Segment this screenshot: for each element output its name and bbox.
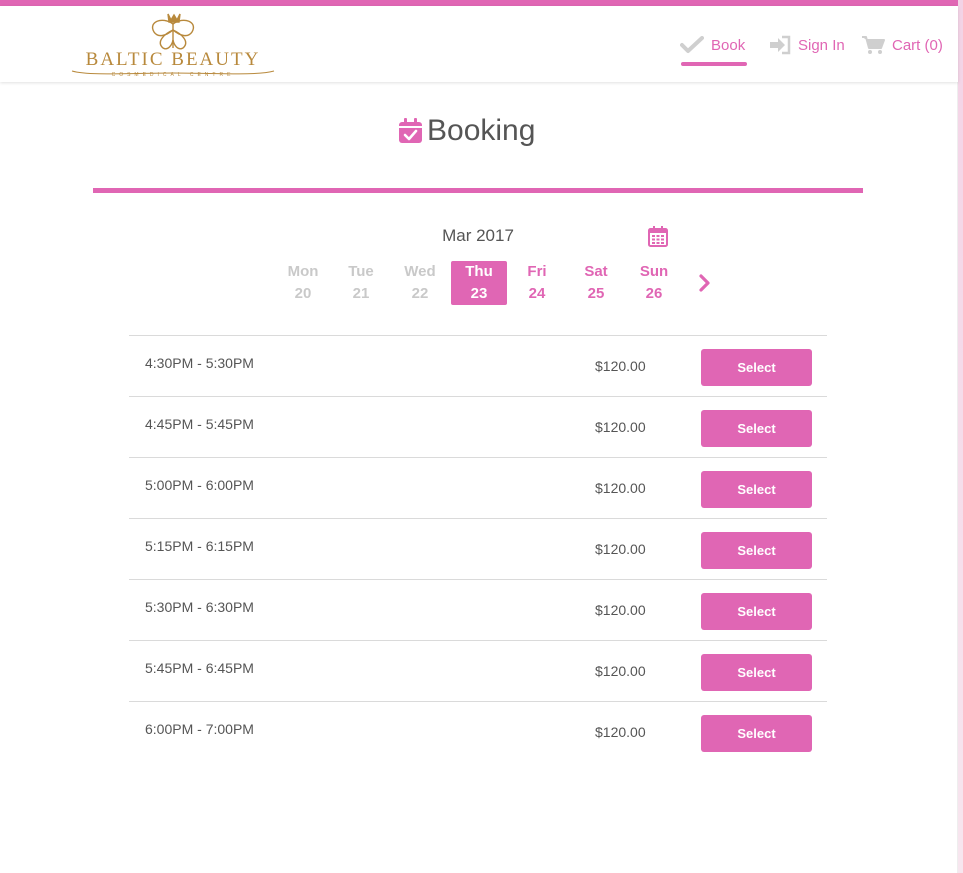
calendar-icon xyxy=(648,226,668,247)
slot-price: $120.00 xyxy=(595,419,646,435)
slot-price: $120.00 xyxy=(595,480,646,496)
time-slot-row: 4:30PM - 5:30PM $120.00 Select xyxy=(129,335,827,396)
nav-book-label: Book xyxy=(711,36,746,54)
nav-cart[interactable]: Cart (0) xyxy=(861,32,943,58)
slot-time: 4:45PM - 5:45PM xyxy=(145,416,254,432)
next-week-button[interactable] xyxy=(698,274,712,297)
day-of-week: Sun xyxy=(639,263,669,280)
check-icon xyxy=(680,36,704,53)
nav-book-active-indicator xyxy=(681,62,747,66)
day-date: 22 xyxy=(411,285,429,302)
window-edge-bar xyxy=(958,0,963,873)
select-slot-button[interactable]: Select xyxy=(701,410,812,447)
cart-icon xyxy=(862,36,885,54)
slot-price: $120.00 xyxy=(595,663,646,679)
slot-time: 5:00PM - 6:00PM xyxy=(145,477,254,493)
time-slot-row: 5:30PM - 6:30PM $120.00 Select xyxy=(129,579,827,640)
page-title-text: Booking xyxy=(427,114,536,147)
day-fri[interactable]: Fri 24 xyxy=(509,261,565,305)
day-tue[interactable]: Tue 21 xyxy=(333,261,389,305)
calendar-picker-button[interactable] xyxy=(648,226,668,252)
select-slot-button[interactable]: Select xyxy=(701,654,812,691)
day-date: 26 xyxy=(645,285,663,302)
day-thu[interactable]: Thu 23 xyxy=(451,261,507,305)
time-slot-row: 5:15PM - 6:15PM $120.00 Select xyxy=(129,518,827,579)
time-slot-row: 4:45PM - 5:45PM $120.00 Select xyxy=(129,396,827,457)
slot-price: $120.00 xyxy=(595,541,646,557)
slot-price: $120.00 xyxy=(595,358,646,374)
day-of-week: Wed xyxy=(404,263,436,280)
day-date: 25 xyxy=(587,285,605,302)
day-of-week: Fri xyxy=(527,263,547,280)
day-date: 20 xyxy=(294,285,312,302)
sign-in-icon xyxy=(770,35,791,55)
select-slot-button[interactable]: Select xyxy=(701,349,812,386)
nav-book[interactable]: Book xyxy=(680,32,747,66)
day-of-week: Sat xyxy=(584,263,608,280)
day-wed[interactable]: Wed 22 xyxy=(392,261,448,305)
day-of-week: Thu xyxy=(465,263,493,280)
chevron-right-icon xyxy=(699,274,710,292)
day-sun[interactable]: Sun 26 xyxy=(626,261,682,305)
time-slot-row: 5:00PM - 6:00PM $120.00 Select xyxy=(129,457,827,518)
select-slot-button[interactable]: Select xyxy=(701,471,812,508)
select-slot-button[interactable]: Select xyxy=(701,532,812,569)
time-slot-list: 4:30PM - 5:30PM $120.00 Select 4:45PM - … xyxy=(129,335,827,762)
select-slot-button[interactable]: Select xyxy=(701,715,812,752)
day-date: 23 xyxy=(470,285,488,302)
slot-time: 5:15PM - 6:15PM xyxy=(145,538,254,554)
slot-time: 6:00PM - 7:00PM xyxy=(145,721,254,737)
calendar-check-icon xyxy=(399,118,422,143)
day-date: 21 xyxy=(352,285,370,302)
slot-time: 5:45PM - 6:45PM xyxy=(145,660,254,676)
title-divider xyxy=(93,188,863,193)
brand-tagline: COSMEDICAL CENTRE xyxy=(111,72,235,78)
nav-cart-label: Cart (0) xyxy=(892,36,943,54)
select-slot-button[interactable]: Select xyxy=(701,593,812,630)
nav-sign-in[interactable]: Sign In xyxy=(769,32,845,58)
site-header: BALTIC BEAUTY COSMEDICAL CENTRE Book Sig… xyxy=(0,6,958,82)
day-mon[interactable]: Mon 20 xyxy=(275,261,331,305)
brand-logo[interactable]: BALTIC BEAUTY COSMEDICAL CENTRE xyxy=(70,12,276,82)
day-sat[interactable]: Sat 25 xyxy=(568,261,624,305)
butterfly-crown-emblem xyxy=(151,13,195,50)
time-slot-row: 5:45PM - 6:45PM $120.00 Select xyxy=(129,640,827,701)
day-of-week: Tue xyxy=(348,263,374,280)
slot-time: 4:30PM - 5:30PM xyxy=(145,355,254,371)
time-slot-row: 6:00PM - 7:00PM $120.00 Select xyxy=(129,701,827,762)
day-of-week: Mon xyxy=(287,263,319,280)
slot-time: 5:30PM - 6:30PM xyxy=(145,599,254,615)
slot-price: $120.00 xyxy=(595,724,646,740)
page-title: Booking xyxy=(398,112,535,150)
slot-price: $120.00 xyxy=(595,602,646,618)
brand-name: BALTIC BEAUTY xyxy=(85,49,261,70)
day-date: 24 xyxy=(528,285,546,302)
calendar-month-label: Mar 2017 xyxy=(442,226,514,245)
nav-sign-in-label: Sign In xyxy=(798,36,845,54)
